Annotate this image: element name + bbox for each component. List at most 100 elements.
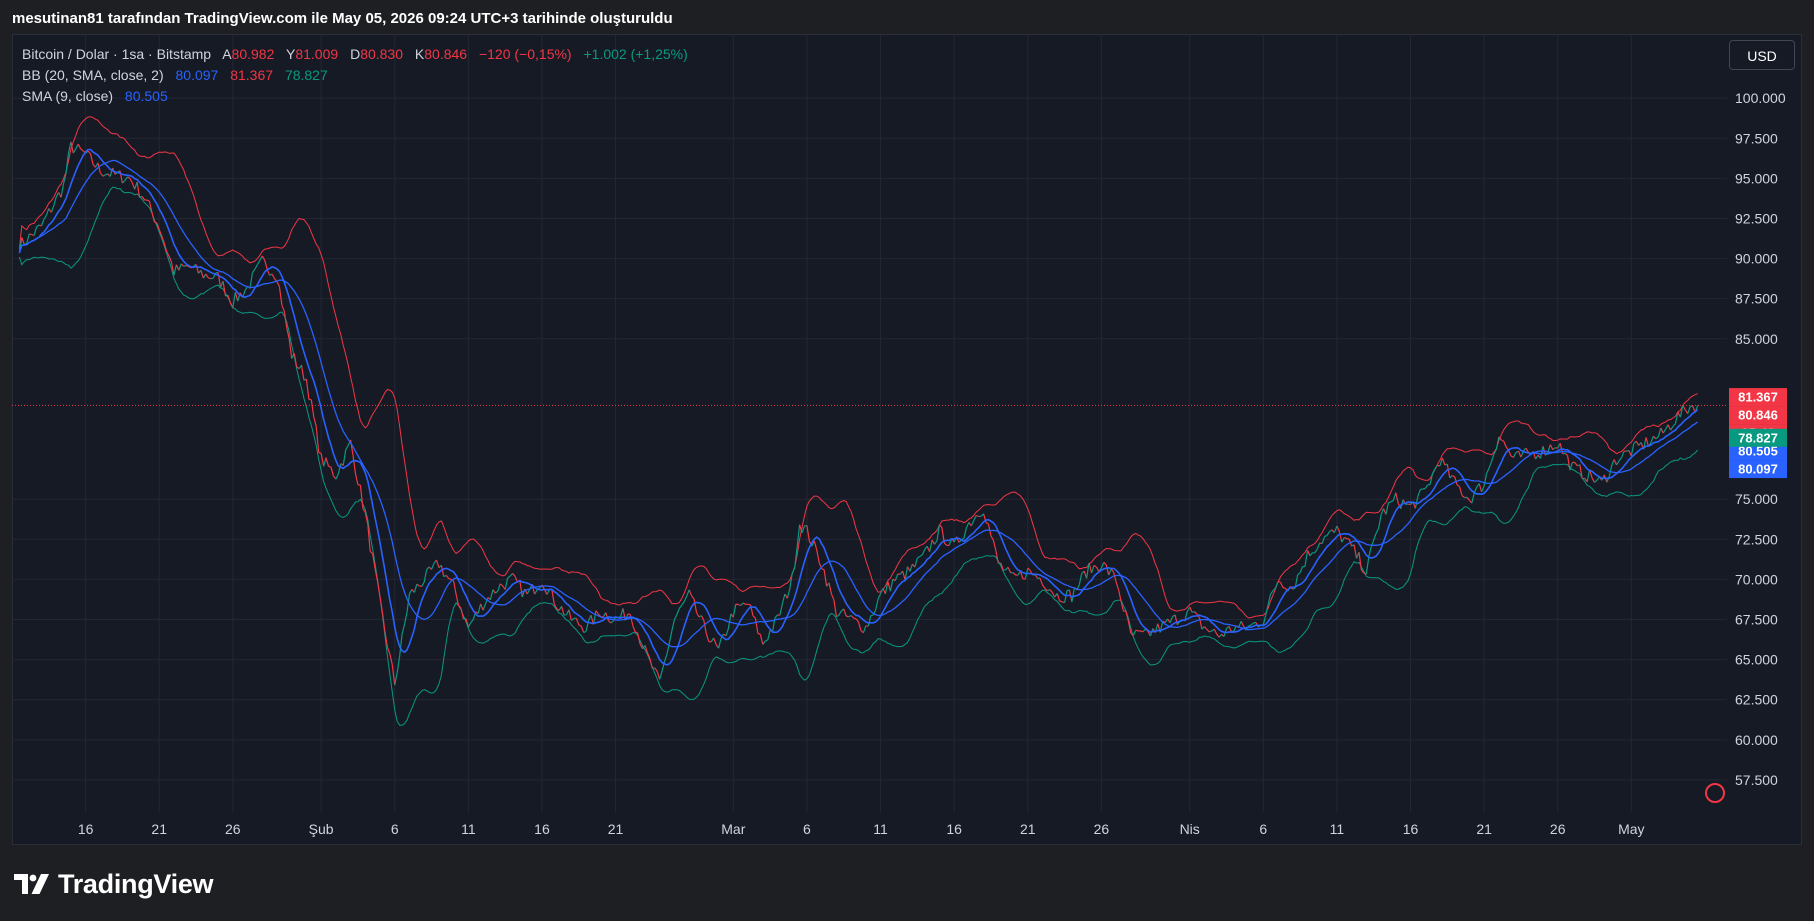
price-segment (1414, 496, 1419, 509)
price-segment (1449, 475, 1453, 479)
price-segment (507, 575, 511, 579)
currency-button[interactable]: USD (1729, 40, 1795, 70)
bb-upper-line (18, 116, 1698, 619)
price-segment (519, 580, 523, 598)
price-segment (1115, 581, 1120, 590)
price-segment (131, 182, 136, 190)
price-segment (421, 581, 425, 587)
price-chart[interactable]: 57.500 60.000 62.500 65.000 67.500 70.000 72.5… (0, 0, 1814, 921)
price-segment (183, 264, 187, 267)
y-tick-label: 67.500 (1735, 612, 1778, 628)
ohlc-close: K80.846 (414, 46, 468, 62)
price-segment (1090, 565, 1095, 574)
price-segment (99, 172, 104, 177)
price-segment (1616, 460, 1620, 466)
bb-legend-row[interactable]: BB (20, SMA, close, 2) 80.097 81.367 78.… (22, 65, 696, 86)
price-segment (1132, 630, 1137, 636)
price-segment (1660, 427, 1664, 434)
x-tick-label: 16 (946, 821, 962, 837)
price-segment (857, 621, 862, 631)
price-segment (281, 304, 285, 312)
price-segment (1635, 440, 1640, 446)
price-segment (902, 570, 906, 580)
price-segment (1209, 630, 1212, 633)
price-segment (1503, 440, 1507, 448)
price-segment (1113, 572, 1117, 583)
x-tick-label: 11 (873, 821, 888, 837)
price-segment (985, 521, 989, 525)
price-segment (1611, 459, 1615, 466)
price-segment (791, 567, 796, 574)
price-segment (1049, 589, 1053, 593)
bb-upper-value: 81.367 (230, 67, 274, 83)
price-segment (578, 624, 582, 627)
price-segment (580, 625, 585, 633)
tradingview-logo[interactable]: TradingView (14, 868, 214, 900)
price-segment (570, 617, 575, 622)
price-segment (1375, 528, 1380, 534)
price-segment (1451, 475, 1455, 478)
tradingview-wordmark: TradingView (58, 868, 214, 899)
price-segment (919, 554, 923, 557)
price-segment (830, 593, 835, 601)
price-segment (1238, 620, 1242, 628)
sma-label: SMA (9, close) (22, 88, 114, 104)
price-label-text: 80.097 (1738, 462, 1778, 477)
price-segment (786, 588, 791, 599)
price-segment (45, 208, 50, 216)
price-segment (1095, 566, 1100, 572)
price-segment (146, 199, 150, 202)
price-segment (1341, 537, 1345, 543)
price-segment (821, 568, 825, 571)
price-segment (1478, 483, 1483, 492)
price-segment (1275, 581, 1279, 588)
price-segment (693, 598, 698, 613)
price-segment (323, 457, 327, 467)
price-segment (386, 646, 391, 654)
y-tick-label: 92.500 (1735, 210, 1778, 226)
price-segment (632, 625, 636, 633)
price-segment (53, 196, 57, 207)
price-segment (482, 603, 487, 611)
price-segment (55, 192, 60, 198)
price-segment (875, 598, 879, 611)
price-segment (497, 583, 501, 592)
price-segment (1594, 479, 1598, 483)
price-segment (1525, 447, 1529, 453)
bb-basis-line (18, 159, 1699, 648)
price-segment (264, 260, 268, 270)
price-segment (1620, 450, 1625, 459)
price-segment (718, 638, 722, 649)
price-segment (1368, 546, 1372, 558)
price-segment (276, 281, 280, 287)
price-segment (816, 549, 820, 563)
price-segment (1420, 488, 1423, 491)
price-segment (1353, 544, 1358, 559)
ohlc-high: Y81.009 (286, 46, 339, 62)
price-segment (401, 623, 406, 635)
price-segment (40, 219, 45, 227)
price-segment (404, 612, 408, 625)
price-segment (1194, 611, 1198, 615)
sma-legend-row[interactable]: SMA (9, close) 80.505 (22, 86, 696, 107)
price-segment (1549, 444, 1554, 450)
y-tick-label: 90.000 (1735, 251, 1778, 267)
symbol-legend-row[interactable]: Bitcoin / Dolar · 1sa · Bitstamp A80.982… (22, 44, 696, 65)
price-segment (1248, 624, 1252, 627)
price-segment (489, 589, 494, 600)
price-segment (1003, 569, 1006, 571)
price-segment (1191, 611, 1195, 613)
price-segment (36, 224, 40, 228)
price-segment (269, 273, 273, 276)
price-segment (1486, 467, 1490, 474)
price-segment (1552, 447, 1556, 451)
x-tick-label: 26 (1550, 821, 1566, 837)
price-segment (512, 573, 516, 577)
price-segment (1564, 452, 1568, 456)
x-tick-label: 21 (1476, 821, 1492, 837)
price-segment (762, 640, 766, 645)
price-segment (205, 273, 209, 279)
y-tick-label: 65.000 (1735, 652, 1778, 668)
price-segment (659, 670, 663, 680)
price-segment (1441, 457, 1446, 466)
